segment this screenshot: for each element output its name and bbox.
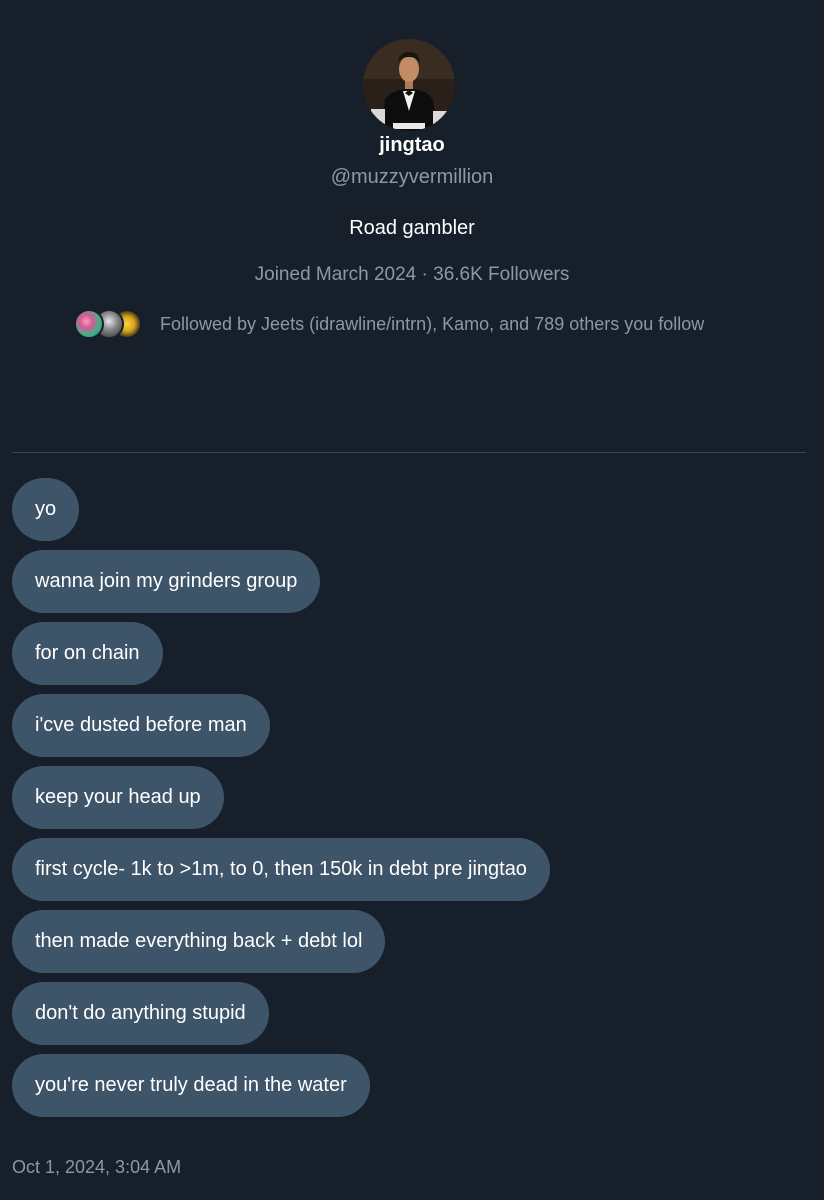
message-bubble[interactable]: you're never truly dead in the water (12, 1054, 370, 1117)
display-name[interactable]: jingtao (0, 134, 824, 157)
follower-avatars (74, 307, 142, 341)
message-list: yo wanna join my grinders group for on c… (12, 478, 812, 1126)
message-bubble[interactable]: don't do anything stupid (12, 982, 269, 1045)
message-bubble[interactable]: then made everything back + debt lol (12, 910, 386, 973)
message-bubble[interactable]: first cycle- 1k to >1m, to 0, then 150k … (12, 838, 550, 901)
message-row: you're never truly dead in the water (12, 1054, 812, 1117)
username-handle: @muzzyvermillion (330, 166, 494, 188)
message-bubble[interactable]: i'cve dusted before man (12, 694, 270, 757)
avatar-image (363, 39, 455, 131)
message-bubble[interactable]: wanna join my grinders group (12, 550, 321, 613)
message-timestamp: Oct 1, 2024, 3:04 AM (12, 1157, 182, 1177)
message-row: keep your head up (12, 766, 812, 829)
message-bubble[interactable]: yo (12, 478, 80, 541)
followed-by-row[interactable]: Followed by Jeets (idrawline/intrn), Kam… (74, 306, 704, 342)
message-bubble[interactable]: for on chain (12, 622, 163, 685)
message-row: for on chain (12, 622, 812, 685)
followed-by-text: Followed by Jeets (idrawline/intrn), Kam… (160, 313, 705, 334)
profile-header: jingtao @muzzyvermillion Road gambler Jo… (0, 0, 824, 455)
profile-bio: Road gambler (349, 217, 475, 239)
profile-meta: Joined March 2024 · 36.6K Followers (254, 264, 570, 285)
message-row: then made everything back + debt lol (12, 910, 812, 973)
message-row: i'cve dusted before man (12, 694, 812, 757)
message-row: first cycle- 1k to >1m, to 0, then 150k … (12, 838, 812, 901)
message-row: yo (12, 478, 812, 541)
profile-avatar[interactable] (363, 39, 455, 131)
follower-avatar (74, 309, 104, 339)
message-bubble[interactable]: keep your head up (12, 766, 224, 829)
divider (12, 452, 806, 453)
message-row: don't do anything stupid (12, 982, 812, 1045)
message-row: wanna join my grinders group (12, 550, 812, 613)
